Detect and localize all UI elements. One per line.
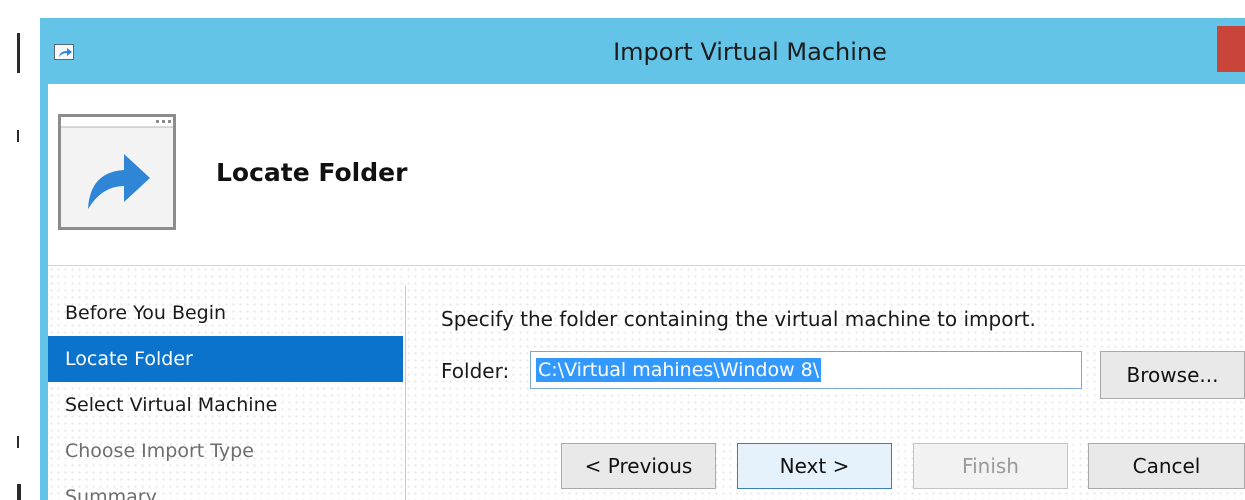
folder-input[interactable]: C:\Virtual mahines\Window 8\: [530, 351, 1082, 389]
page-title: Locate Folder: [216, 158, 408, 187]
cancel-button[interactable]: Cancel: [1088, 443, 1245, 489]
instruction-text: Specify the folder containing the virtua…: [441, 307, 1036, 331]
window-frame-left: [40, 18, 48, 500]
import-wizard-icon: [58, 114, 178, 238]
step-before-you-begin[interactable]: Before You Begin: [48, 290, 403, 336]
window-title: Import Virtual Machine: [613, 38, 887, 66]
wizard-body: Before You Begin Locate Folder Select Vi…: [48, 266, 1245, 500]
title-bar[interactable]: Import Virtual Machine: [40, 18, 1245, 84]
folder-input-value: C:\Virtual mahines\Window 8\: [536, 358, 822, 382]
finish-button: Finish: [913, 443, 1068, 489]
next-button[interactable]: Next >: [737, 443, 892, 489]
step-choose-import-type: Choose Import Type: [65, 440, 254, 462]
nav-divider: [405, 286, 406, 500]
step-summary: Summary: [65, 486, 157, 500]
browse-button[interactable]: Browse...: [1100, 351, 1245, 399]
wizard-header: Locate Folder: [48, 84, 1245, 266]
wizard-steps-nav: Before You Begin Locate Folder Select Vi…: [48, 290, 403, 500]
background-edge-mark: [17, 33, 20, 73]
import-arrow-icon: [54, 44, 74, 60]
previous-button[interactable]: < Previous: [561, 443, 716, 489]
background-edge-mark: [17, 130, 19, 142]
close-button[interactable]: [1217, 26, 1245, 72]
background-edge-mark: [17, 436, 19, 448]
background-window-edge: [0, 0, 40, 500]
import-virtual-machine-dialog: Import Virtual Machine Locate Folder Bef…: [40, 18, 1245, 500]
background-edge-mark: [17, 484, 21, 500]
step-locate-folder[interactable]: Locate Folder: [48, 336, 403, 382]
step-select-virtual-machine[interactable]: Select Virtual Machine: [48, 382, 403, 428]
folder-label: Folder:: [441, 359, 510, 383]
